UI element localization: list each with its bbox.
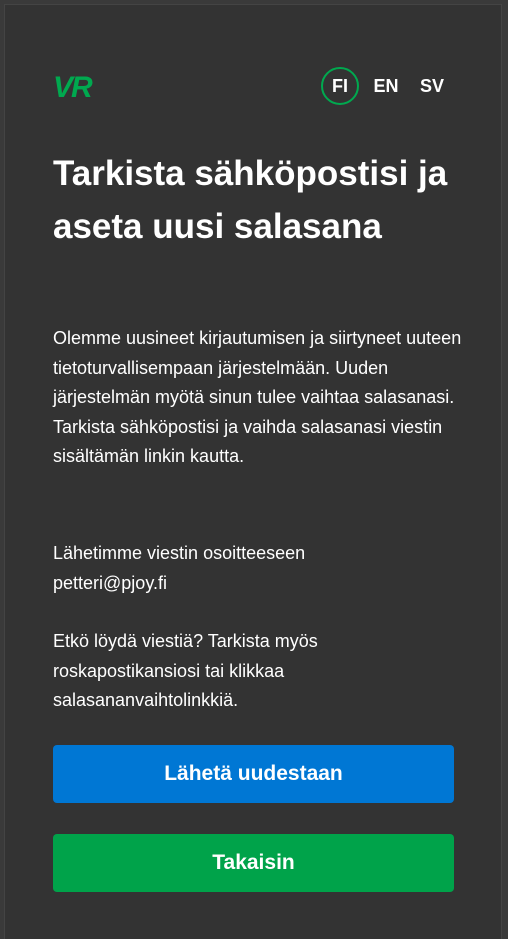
not-found-text: Etkö löydä viestiä? Tarkista myös roskap…	[53, 631, 318, 710]
intro-text: Olemme uusineet kirjautumisen ja siirtyn…	[53, 328, 462, 466]
email-address: petteri@pjoy.fi	[53, 572, 167, 593]
back-button[interactable]: Takaisin	[53, 834, 454, 892]
language-sv[interactable]: SV	[413, 67, 451, 105]
svg-text:VR: VR	[53, 73, 93, 99]
vr-logo: VR	[53, 73, 95, 99]
resend-button[interactable]: Lähetä uudestaan	[53, 745, 454, 803]
page-title: Tarkista sähköpostisi ja aseta uusi sala…	[53, 154, 448, 246]
language-fi[interactable]: FI	[321, 67, 359, 105]
sent-to-text: Lähetimme viestin osoitteeseen petteri@p…	[53, 539, 463, 598]
language-switcher: FI EN SV	[321, 67, 451, 105]
language-en[interactable]: EN	[367, 67, 405, 105]
sent-to-label: Lähetimme viestin osoitteeseen	[53, 543, 306, 563]
header: VR FI EN SV	[53, 67, 453, 107]
password-reset-panel: VR FI EN SV Tarkista sähköpostisi ja ase…	[4, 4, 502, 939]
